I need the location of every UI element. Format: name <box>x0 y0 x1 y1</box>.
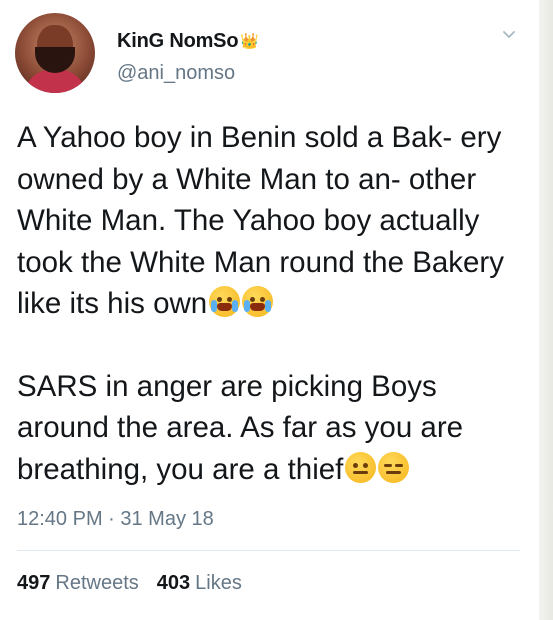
screen-edge <box>539 0 553 620</box>
crying-face-icon <box>242 286 274 317</box>
user-handle[interactable]: @ani_nomso <box>117 62 235 85</box>
likes-count: 403 <box>156 572 191 594</box>
crying-face-icon <box>209 286 241 317</box>
crown-icon: 👑 <box>240 33 260 50</box>
user-name-row[interactable]: KinG NomSo 👑 <box>117 30 259 53</box>
retweets-stat[interactable]: 497 Retweets <box>17 572 139 595</box>
expressionless-face-icon <box>378 451 410 483</box>
likes-label: Likes <box>195 572 242 594</box>
chevron-down-icon[interactable] <box>502 28 516 42</box>
tweet-text: A Yahoo boy in Benin sold a Bak- ery own… <box>17 117 529 490</box>
tweet-paragraph-2: SARS in anger are picking Boys around th… <box>17 366 529 491</box>
neutral-face-icon <box>345 451 377 483</box>
tweet-timestamp[interactable]: 12:40 PM · 31 May 18 <box>17 508 214 531</box>
retweets-count: 497 <box>17 572 51 594</box>
avatar[interactable] <box>15 13 95 93</box>
tweet-paragraph-1: A Yahoo boy in Benin sold a Bak- ery own… <box>17 117 529 325</box>
display-name[interactable]: KinG NomSo <box>117 30 239 53</box>
likes-stat[interactable]: 403 Likes <box>157 572 242 595</box>
divider <box>17 550 520 551</box>
tweet-stats: 497 Retweets 403 Likes <box>17 572 242 595</box>
retweets-label: Retweets <box>55 572 139 594</box>
